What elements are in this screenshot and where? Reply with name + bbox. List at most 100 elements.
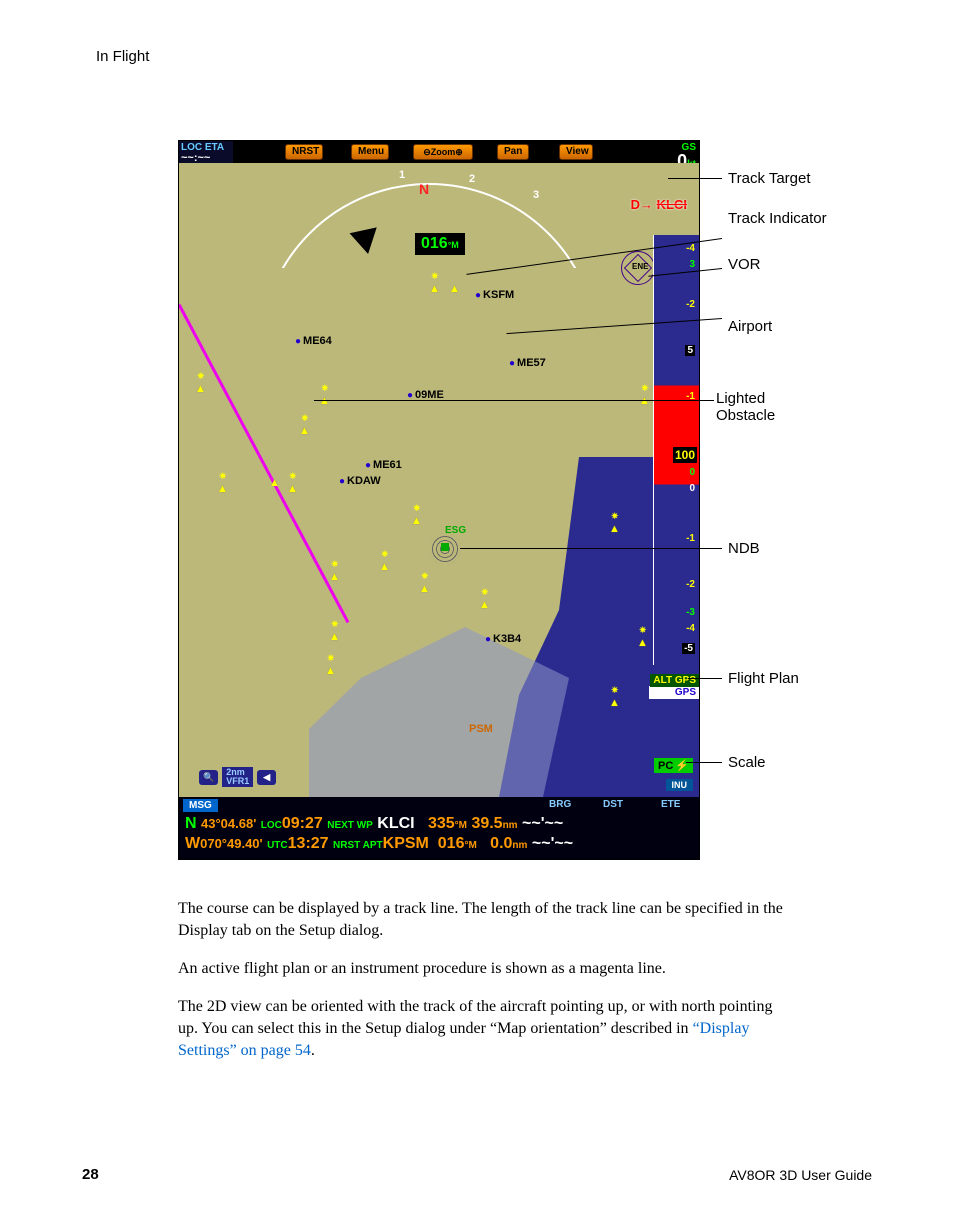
heading-value: 016 [421, 235, 448, 252]
ete2-value: ~~'~~ [532, 835, 573, 852]
lon-ew: W [185, 835, 200, 852]
running-header: In Flight [96, 48, 149, 65]
ete-value: ~~'~~ [522, 815, 563, 832]
vsi-tick: 0 [689, 483, 695, 494]
heading-unit: °M [448, 240, 459, 250]
airport-label: ME61 [365, 459, 402, 471]
flight-plan-line [179, 304, 349, 623]
heading-box: 016°M [415, 233, 465, 255]
callout-ndb: NDB [728, 540, 760, 557]
ndb-icon [429, 533, 461, 565]
menu-button[interactable]: Menu [351, 144, 389, 160]
zoom-icon[interactable]: 🔍 [199, 770, 218, 785]
vsi-tick: 5 [685, 345, 695, 356]
obstacle-icon [325, 661, 339, 681]
vsi-hundred: 100 [673, 447, 697, 463]
leader-line [668, 178, 722, 179]
obstacle-icon [609, 693, 623, 713]
target-prefix: D→ [631, 197, 653, 212]
view-button[interactable]: View [559, 144, 593, 160]
urban-region [309, 627, 569, 797]
pc-badge: PC [654, 758, 693, 773]
vsi-tick: -2 [686, 579, 695, 590]
obstacle-icon [449, 279, 463, 299]
nextwp-label: NEXT WP [327, 820, 373, 831]
p3-text-a: The 2D view can be oriented with the tra… [178, 998, 773, 1037]
vsi-tick: -5 [682, 643, 695, 654]
alt-gps-label: ALT GPS [650, 674, 699, 687]
obstacle-icon [419, 579, 433, 599]
callout-lighted-obstacle: Lighted Obstacle [716, 390, 775, 424]
p3-text-b: . [311, 1042, 315, 1059]
inu-badge: INU [666, 779, 694, 791]
obstacle-icon [299, 421, 313, 441]
callout-line1: Lighted [716, 390, 765, 407]
scale-arrow-icon[interactable]: ◀ [257, 770, 276, 785]
vsi-tick: -1 [686, 533, 695, 544]
callout-vor: VOR [728, 256, 761, 273]
ndb-label: ESG [445, 525, 466, 536]
dst2-unit: nm [512, 840, 527, 851]
ete-header: ETE [661, 799, 680, 810]
obstacle-icon [269, 473, 283, 493]
compass-tick: 1 [399, 169, 405, 181]
brg-unit: °M [455, 820, 467, 831]
obstacle-icon [287, 479, 301, 499]
obstacle-icon [639, 391, 653, 411]
gps-label: GPS [649, 686, 699, 699]
brg2-unit: °M [464, 840, 476, 851]
compass-tick: 2 [469, 173, 475, 185]
airport-label: ME57 [509, 357, 546, 369]
nrstapt-label: NRST APT [333, 840, 383, 851]
dst-unit: nm [503, 820, 518, 831]
brg-value: 335 [428, 815, 455, 832]
loc-label: LOC [261, 820, 282, 831]
vsi-tick: -4 [686, 623, 695, 634]
callout-track-target: Track Target [728, 170, 811, 187]
lon-value: 070°49.40' [200, 836, 263, 851]
nextwp-value: KLCI [377, 815, 414, 832]
airport-label: K3B4 [485, 633, 521, 645]
leader-line [314, 400, 714, 401]
callout-flight-plan: Flight Plan [728, 670, 799, 687]
callout-line2: Obstacle [716, 407, 775, 424]
vsi-tick: 0 [689, 467, 695, 478]
vsi-tick: -3 [686, 607, 695, 618]
data-bar: MSG BRG DST ETE N 43°04.68' LOC09:27 NEX… [179, 797, 699, 859]
utc-value: 13:27 [288, 835, 329, 852]
lat-ns: N [185, 815, 197, 832]
obstacle-icon [411, 511, 425, 531]
pan-button[interactable]: Pan [497, 144, 529, 160]
page-number: 28 [82, 1166, 99, 1183]
zoom-button[interactable]: ⊖Zoom⊕ [413, 144, 473, 160]
lat-value: 43°04.68' [201, 816, 256, 831]
obstacle-icon [479, 595, 493, 615]
map-screenshot: LOC ETA ~~:~~ NRST Menu ⊖Zoom⊕ Pan View … [178, 140, 700, 860]
data-row-1: N 43°04.68' LOC09:27 NEXT WP KLCI 335°M … [185, 815, 695, 833]
map-body[interactable]: 1 2 3 N 016°M D→ KLCI ENE KSFM ME64 ME57… [179, 163, 699, 797]
scale-bar[interactable]: 🔍 2nmVFR1 ◀ [199, 767, 276, 787]
compass-tick: 3 [533, 189, 539, 201]
paragraph-3: The 2D view can be oriented with the tra… [178, 996, 786, 1062]
paragraph-2: An active flight plan or an instrument p… [178, 958, 786, 980]
scale-value: 2nmVFR1 [222, 767, 253, 787]
obstacle-icon [329, 627, 343, 647]
loc-value: 09:27 [282, 815, 323, 832]
track-target-label: D→ KLCI [631, 197, 687, 212]
obstacle-icon [429, 279, 443, 299]
dst-value: 39.5 [471, 815, 502, 832]
obstacle-icon [379, 557, 393, 577]
obstacle-icon [195, 379, 209, 399]
brg2-value: 016 [438, 835, 465, 852]
figure: LOC ETA ~~:~~ NRST Menu ⊖Zoom⊕ Pan View … [178, 140, 868, 872]
nrst-button[interactable]: NRST [285, 144, 323, 160]
obstacle-icon [609, 519, 623, 539]
guide-title: AV8OR 3D User Guide [729, 1167, 872, 1183]
vsi-tick: 3 [689, 259, 695, 270]
paragraph-1: The course can be displayed by a track l… [178, 898, 786, 942]
obstacle-icon [319, 391, 333, 411]
dst2-value: 0.0 [490, 835, 512, 852]
callout-scale: Scale [728, 754, 766, 771]
msg-badge[interactable]: MSG [183, 799, 218, 812]
airport-label: ME64 [295, 335, 332, 347]
